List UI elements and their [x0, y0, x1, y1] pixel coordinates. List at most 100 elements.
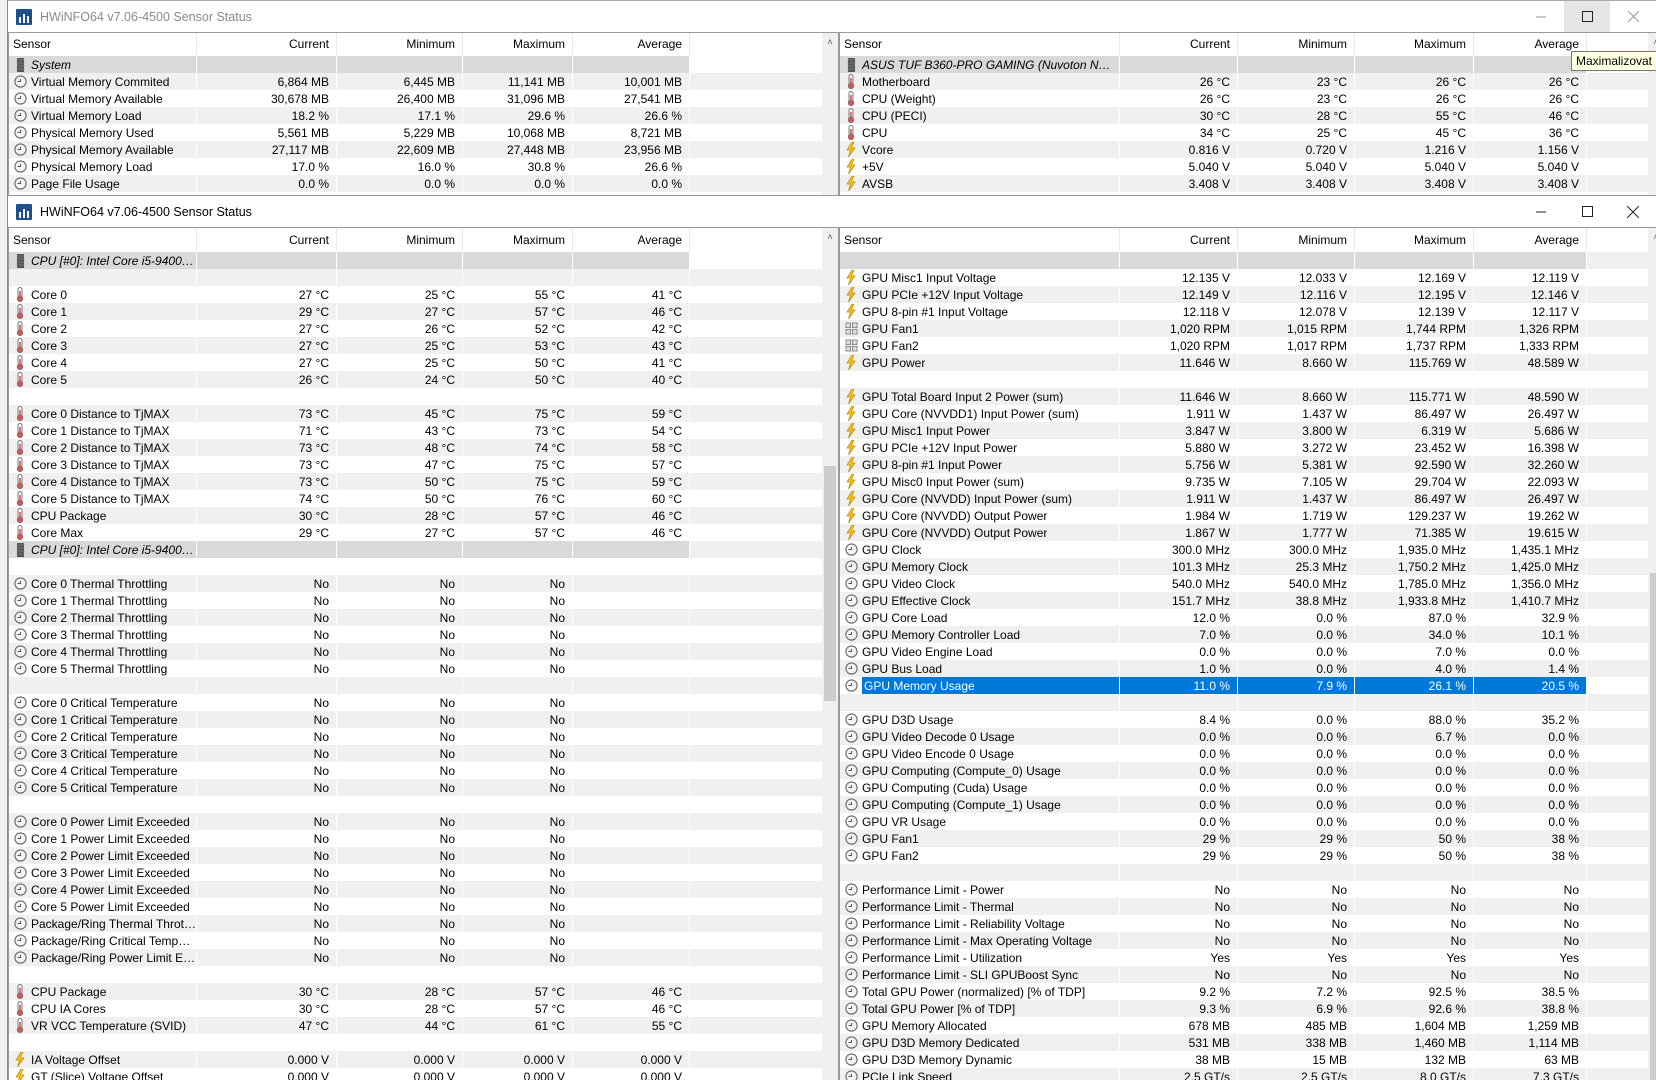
sensor-row[interactable]: GPU Memory Clock 101.3 MHz 25.3 MHz 1,750.2…	[840, 558, 1656, 575]
sensor-row[interactable]: Core 2 Thermal Throttling No No No	[9, 609, 838, 626]
scroll-up-arrow-icon[interactable]: ˄	[1648, 33, 1656, 50]
column-header-minimum[interactable]: Minimum	[1238, 33, 1355, 55]
sensor-row[interactable]: Core 4 Thermal Throttling No No No	[9, 643, 838, 660]
sensor-row[interactable]: GPU Fan2 29 % 29 % 50 % 38 %	[840, 847, 1656, 864]
sensor-row[interactable]: VR VCC Temperature (SVID) 47 °C 44 °C 61 °C…	[9, 1017, 838, 1034]
column-header-current[interactable]: Current	[197, 228, 337, 251]
sensor-row[interactable]: GPU Power 11.646 W 8.660 W 115.769 W 48.589 …	[840, 354, 1656, 371]
sensor-row[interactable]: GPU D3D Memory Dynamic 38 MB 15 MB 132 MB 63…	[840, 1051, 1656, 1068]
sensor-row[interactable]: Performance Limit - Reliability Voltage N…	[840, 915, 1656, 932]
column-header-maximum[interactable]: Maximum	[1355, 228, 1474, 251]
sensor-row[interactable]: Core 5 26 °C 24 °C 50 °C 40 °C	[9, 371, 838, 388]
vertical-scrollbar[interactable]: ˄	[822, 228, 838, 1080]
sensor-row[interactable]: Core 4 Power Limit Exceeded No No No	[9, 881, 838, 898]
sensor-row[interactable]: Core 4 Distance to TjMAX 73 °C 50 °C 75 °C 5…	[9, 473, 838, 490]
sensor-row[interactable]: GPU Fan1 1,020 RPM 1,015 RPM 1,744 RPM 1,326…	[840, 320, 1656, 337]
sensor-row[interactable]: Page File Usage 0.0 % 0.0 % 0.0 % 0.0 %	[9, 175, 838, 192]
sensor-row[interactable]: Virtual Memory Load 18.2 % 17.1 % 29.6 % 26.…	[9, 107, 838, 124]
sensor-row[interactable]: Performance Limit - Max Operating Voltag…	[840, 932, 1656, 949]
sensor-row[interactable]: Core 0 Power Limit Exceeded No No No	[9, 813, 838, 830]
column-header-maximum[interactable]: Maximum	[463, 33, 573, 55]
sensor-row[interactable]: Core 3 Critical Temperature No No No	[9, 745, 838, 762]
sensor-row[interactable]: Core 5 Thermal Throttling No No No	[9, 660, 838, 677]
sensor-row[interactable]: GPU Computing (Compute_1) Usage 0.0 % 0.0 …	[840, 796, 1656, 813]
sensor-row[interactable]: GPU Video Encode 0 Usage 0.0 % 0.0 % 0.0 % 0…	[840, 745, 1656, 762]
column-header-sensor[interactable]: Sensor	[9, 228, 197, 251]
sensor-group-row[interactable]: CPU [#0]: Intel Core i5-9400F: ...	[9, 541, 838, 558]
column-header-current[interactable]: Current	[1120, 33, 1238, 55]
maximize-button[interactable]	[1564, 1, 1610, 32]
column-header-current[interactable]: Current	[1120, 228, 1238, 251]
sensor-row[interactable]: Virtual Memory Available 30,678 MB 26,400 …	[9, 90, 838, 107]
sensor-row[interactable]: Total GPU Power (normalized) [% of TDP] 9…	[840, 983, 1656, 1000]
sensor-row[interactable]: GPU Core (NVVDD) Input Power (sum) 1.911 …	[840, 490, 1656, 507]
sensor-row[interactable]: Core 1 Power Limit Exceeded No No No	[9, 830, 838, 847]
sensor-row[interactable]: Core 3 27 °C 25 °C 53 °C 43 °C	[9, 337, 838, 354]
sensor-row[interactable]: GPU Effective Clock 151.7 MHz 38.8 MHz 1,93…	[840, 592, 1656, 609]
sensor-row[interactable]: GPU Computing (Cuda) Usage 0.0 % 0.0 % 0.0 …	[840, 779, 1656, 796]
column-header-average[interactable]: Average	[573, 33, 690, 55]
sensor-row[interactable]: CPU (Weight) 26 °C 23 °C 26 °C 26 °C	[840, 90, 1656, 107]
column-header-average[interactable]: Average	[573, 228, 690, 251]
vertical-scrollbar[interactable]: ˄	[1648, 228, 1656, 1080]
sensor-row[interactable]: GPU D3D Memory Dedicated 531 MB 338 MB 1,46…	[840, 1034, 1656, 1051]
sensor-row[interactable]: Motherboard 26 °C 23 °C 26 °C 26 °C	[840, 73, 1656, 90]
sensor-row[interactable]: GPU Misc1 Input Power 3.847 W 3.800 W 6.319…	[840, 422, 1656, 439]
sensor-row[interactable]: CPU (PECI) 30 °C 28 °C 55 °C 46 °C	[840, 107, 1656, 124]
sensor-row[interactable]: Core 4 Critical Temperature No No No	[9, 762, 838, 779]
sensor-row[interactable]: Core 2 Distance to TjMAX 73 °C 48 °C 74 °C 5…	[9, 439, 838, 456]
sensor-row[interactable]: Physical Memory Used 5,561 MB 5,229 MB 10,0…	[9, 124, 838, 141]
sensor-row[interactable]: Core 2 Critical Temperature No No No	[9, 728, 838, 745]
scrollbar-thumb[interactable]	[1650, 573, 1656, 1080]
sensor-row[interactable]: Core 5 Distance to TjMAX 74 °C 50 °C 76 °C 6…	[9, 490, 838, 507]
sensor-row[interactable]: Virtual Memory Commited 6,864 MB 6,445 MB 1…	[9, 73, 838, 90]
sensor-row[interactable]: IA Voltage Offset 0.000 V 0.000 V 0.000 V 0.…	[9, 1051, 838, 1068]
sensor-row[interactable]: CPU Package 30 °C 28 °C 57 °C 46 °C	[9, 507, 838, 524]
sensor-row[interactable]: GT (Slice) Voltage Offset 0.000 V 0.000 V0…	[9, 1068, 838, 1080]
sensor-row[interactable]: Total GPU Power [% of TDP] 9.3 % 6.9 % 92.6…	[840, 1000, 1656, 1017]
sensor-row[interactable]: GPU Bus Load 1.0 % 0.0 % 4.0 % 1.4 %	[840, 660, 1656, 677]
sensor-row[interactable]: Core Max 29 °C 27 °C 57 °C 46 °C	[9, 524, 838, 541]
sensor-group-row[interactable]: System	[9, 56, 838, 73]
sensor-row[interactable]: GPU Core Load 12.0 % 0.0 % 87.0 % 32.9 %	[840, 609, 1656, 626]
sensor-row[interactable]: PCIe Link Speed 2.5 GT/s 2.5 GT/s 8.0 GT/s 7…	[840, 1068, 1656, 1080]
sensor-row[interactable]: Core 3 Distance to TjMAX 73 °C 47 °C 75 °C 5…	[9, 456, 838, 473]
column-header-sensor[interactable]: Sensor	[840, 33, 1120, 55]
sensor-group-row[interactable]	[840, 252, 1656, 269]
sensor-row[interactable]: GPU Core (NVVDD1) Input Power (sum) 1.911…	[840, 405, 1656, 422]
sensor-group-row[interactable]: ASUS TUF B360-PRO GAMING (Nuvoton NCT679…	[840, 56, 1656, 73]
sensor-row[interactable]: Core 0 Distance to TjMAX 73 °C 45 °C 75 °C 5…	[9, 405, 838, 422]
column-header-average[interactable]: Average	[1474, 228, 1587, 251]
scroll-up-arrow-icon[interactable]: ˄	[822, 33, 838, 50]
sensor-row[interactable]: GPU Memory Allocated 678 MB 485 MB 1,604 MB…	[840, 1017, 1656, 1034]
sensor-row[interactable]: GPU Fan2 1,020 RPM 1,017 RPM 1,737 RPM 1,333…	[840, 337, 1656, 354]
sensor-row[interactable]: GPU Core (NVVDD) Output Power 1.867 W 1.77…	[840, 524, 1656, 541]
sensor-row[interactable]: GPU VR Usage 0.0 % 0.0 % 0.0 % 0.0 %	[840, 813, 1656, 830]
title-bar[interactable]: HWiNFO64 v7.06-4500 Sensor Status	[8, 196, 1656, 227]
sensor-row[interactable]: GPU D3D Usage 8.4 % 0.0 % 88.0 % 35.2 %	[840, 711, 1656, 728]
sensor-row[interactable]: CPU IA Cores 30 °C 28 °C 57 °C 46 °C	[9, 1000, 838, 1017]
maximize-button[interactable]	[1564, 196, 1610, 227]
sensor-row[interactable]: Performance Limit - Power No No No No	[840, 881, 1656, 898]
sensor-row[interactable]: GPU PCIe +12V Input Voltage 12.149 V 12.11…	[840, 286, 1656, 303]
sensor-row[interactable]: Performance Limit - Utilization Yes Yes Yes…	[840, 949, 1656, 966]
sensor-row[interactable]: GPU Misc1 Input Voltage 12.135 V 12.033 V1…	[840, 269, 1656, 286]
sensor-row[interactable]: Core 3 Thermal Throttling No No No	[9, 626, 838, 643]
sensor-row[interactable]: Package/Ring Critical Temperat... No No No	[9, 932, 838, 949]
column-header-minimum[interactable]: Minimum	[337, 33, 463, 55]
sensor-row[interactable]: Core 1 Distance to TjMAX 71 °C 43 °C 73 °C 5…	[9, 422, 838, 439]
sensor-row[interactable]: GPU Memory Usage 11.0 % 7.9 % 26.1 % 20.5 %	[840, 677, 1656, 694]
sensor-row[interactable]: Package/Ring Power Limit Exce... No No No	[9, 949, 838, 966]
sensor-row[interactable]: Physical Memory Load 17.0 % 16.0 % 30.8 % 26…	[9, 158, 838, 175]
sensor-row[interactable]: Core 0 Thermal Throttling No No No	[9, 575, 838, 592]
sensor-row[interactable]: Core 2 27 °C 26 °C 52 °C 42 °C	[9, 320, 838, 337]
scrollbar-thumb[interactable]	[824, 466, 836, 701]
sensor-row[interactable]: Core 5 Power Limit Exceeded No No No	[9, 898, 838, 915]
column-header-minimum[interactable]: Minimum	[1238, 228, 1355, 251]
sensor-row[interactable]: Vcore 0.816 V 0.720 V 1.216 V 1.156 V	[840, 141, 1656, 158]
sensor-row[interactable]: Core 0 27 °C 25 °C 55 °C 41 °C	[9, 286, 838, 303]
sensor-row[interactable]: Performance Limit - SLI GPUBoost Sync No N…	[840, 966, 1656, 983]
minimize-button[interactable]	[1518, 196, 1564, 227]
sensor-row[interactable]: GPU Total Board Input 2 Power (sum) 11.64…	[840, 388, 1656, 405]
sensor-row[interactable]: Core 1 Thermal Throttling No No No	[9, 592, 838, 609]
